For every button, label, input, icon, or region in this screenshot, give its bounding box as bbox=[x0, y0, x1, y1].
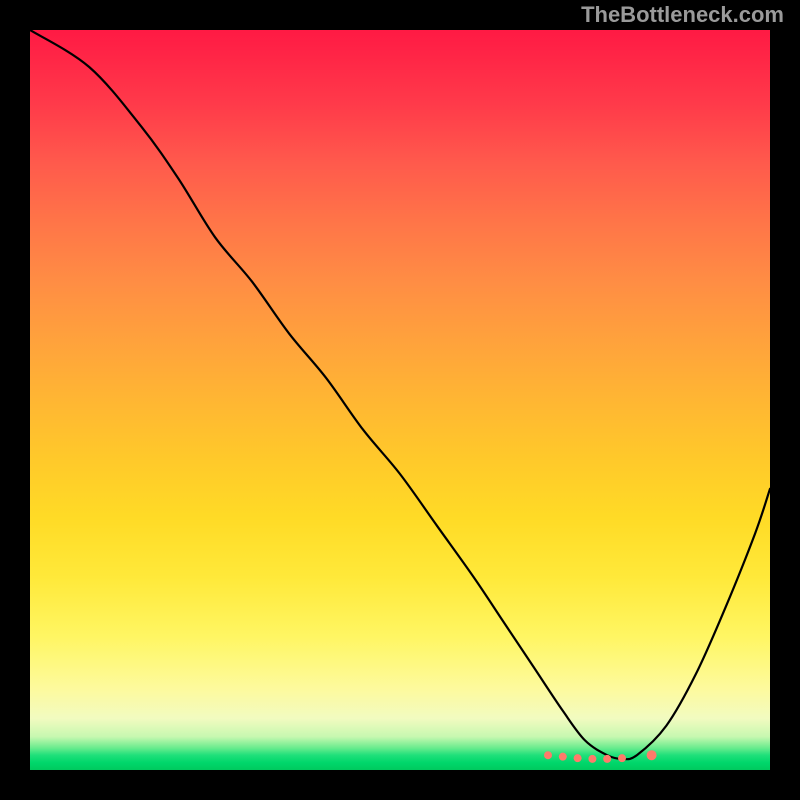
optimal-cluster-start bbox=[544, 751, 552, 759]
optimal-cluster-end bbox=[647, 750, 657, 760]
optimal-cluster-b bbox=[574, 754, 582, 762]
optimal-cluster-d bbox=[603, 755, 611, 763]
bottleneck-curve bbox=[30, 30, 770, 759]
watermark-text: TheBottleneck.com bbox=[581, 2, 784, 28]
chart-container: TheBottleneck.com bbox=[0, 0, 800, 800]
plot-area bbox=[30, 30, 770, 770]
optimal-cluster-e bbox=[618, 754, 626, 762]
curve-layer bbox=[30, 30, 770, 770]
optimal-cluster-a bbox=[559, 753, 567, 761]
optimal-cluster-c bbox=[588, 755, 596, 763]
